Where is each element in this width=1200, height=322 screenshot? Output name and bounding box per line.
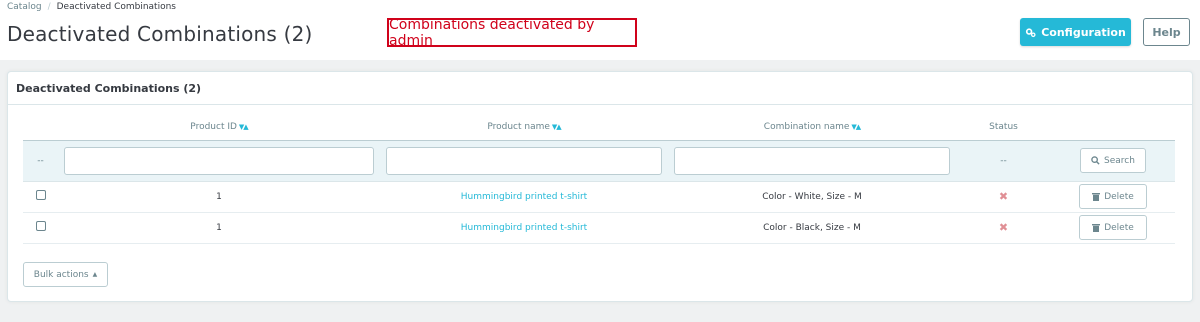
delete-label: Delete xyxy=(1104,222,1134,233)
product-id-filter-input[interactable] xyxy=(64,146,374,175)
deactivated-combinations-panel: Deactivated Combinations (2) Product ID ▼… xyxy=(7,71,1193,302)
header-status: Status xyxy=(989,122,1018,133)
status-filter-dash: -- xyxy=(1000,155,1007,166)
breadcrumb-separator: / xyxy=(47,2,51,12)
search-label: Search xyxy=(1104,155,1135,166)
x-icon[interactable]: ✖ xyxy=(999,190,1008,203)
product-id-cell: 1 xyxy=(58,212,380,244)
header-actions xyxy=(1051,115,1175,140)
panel-heading: Deactivated Combinations (2) xyxy=(8,72,1192,105)
breadcrumb-catalog[interactable]: Catalog xyxy=(7,2,42,12)
page-title: Deactivated Combinations (2) xyxy=(7,22,313,46)
filter-dash: -- xyxy=(37,155,44,166)
table-header-row: Product ID ▼▲ Product name ▼▲ Combination … xyxy=(23,115,1175,140)
product-id-cell: 1 xyxy=(58,181,380,213)
annotation-callout: Combinations deactivated by admin xyxy=(387,17,637,49)
sort-icon[interactable]: ▼▲ xyxy=(239,123,249,131)
help-button[interactable]: Help xyxy=(1143,18,1190,46)
product-name-filter-input[interactable] xyxy=(386,146,662,175)
combination-cell: Color - Black, Size - M xyxy=(668,212,956,244)
bulk-actions-label: Bulk actions xyxy=(33,269,89,280)
filter-row: -- -- Search xyxy=(23,139,1175,182)
search-icon xyxy=(1091,156,1100,165)
trash-icon xyxy=(1092,224,1101,232)
row-checkbox[interactable] xyxy=(35,190,46,200)
search-button[interactable]: Search xyxy=(1080,148,1146,173)
delete-label: Delete xyxy=(1104,191,1134,202)
combinations-table: Product ID ▼▲ Product name ▼▲ Combination … xyxy=(23,115,1175,244)
header-product-id[interactable]: Product ID ▼▲ xyxy=(58,115,380,140)
configuration-label: Configuration xyxy=(1041,25,1126,39)
sort-icon[interactable]: ▼▲ xyxy=(851,123,861,131)
configuration-button[interactable]: Configuration xyxy=(1020,18,1131,46)
bulk-actions-button[interactable]: Bulk actions ▲ xyxy=(23,262,108,287)
sort-icon[interactable]: ▼▲ xyxy=(552,123,562,131)
delete-button[interactable]: Delete xyxy=(1079,215,1147,240)
breadcrumb: Catalog / Deactivated Combinations xyxy=(7,2,176,12)
caret-up-icon: ▲ xyxy=(92,271,98,278)
cogs-icon xyxy=(1026,27,1036,37)
product-name-link[interactable]: Hummingbird printed t-shirt xyxy=(461,192,587,202)
table-row: 1 Hummingbird printed t-shirt Color - Wh… xyxy=(23,181,1175,213)
row-checkbox[interactable] xyxy=(35,221,46,231)
header-combination-name[interactable]: Combination name ▼▲ xyxy=(668,115,956,140)
combination-name-filter-input[interactable] xyxy=(674,146,950,175)
x-icon[interactable]: ✖ xyxy=(999,221,1008,234)
product-name-link[interactable]: Hummingbird printed t-shirt xyxy=(461,223,587,233)
page-header: Catalog / Deactivated Combinations Deact… xyxy=(0,0,1200,60)
table-row: 1 Hummingbird printed t-shirt Color - Bl… xyxy=(23,212,1175,244)
trash-icon xyxy=(1092,193,1101,201)
delete-button[interactable]: Delete xyxy=(1079,184,1147,209)
header-checkbox-col xyxy=(23,115,58,140)
header-product-name[interactable]: Product name ▼▲ xyxy=(380,115,668,140)
breadcrumb-current: Deactivated Combinations xyxy=(56,2,176,12)
combination-cell: Color - White, Size - M xyxy=(668,181,956,213)
